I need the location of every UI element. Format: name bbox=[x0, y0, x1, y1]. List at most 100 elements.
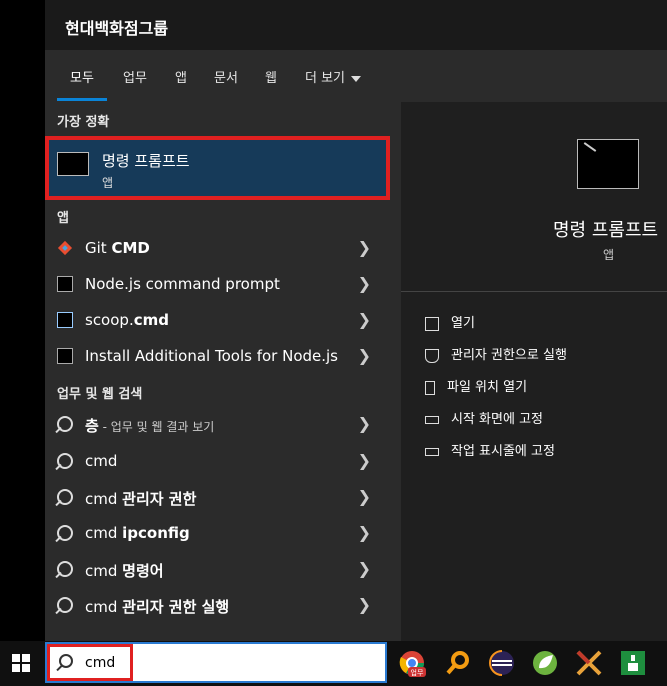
taskbar: cmd 업무 bbox=[0, 641, 667, 686]
search-icon bbox=[57, 525, 73, 541]
preview-pane: 명령 프롬프트 앱 열기 관리자 권한으로 실행 파일 위치 열기 시작 화면에… bbox=[401, 114, 667, 641]
list-item[interactable]: Install Additional Tools for Node.js ❯ bbox=[45, 339, 385, 373]
search-term: 층 bbox=[85, 417, 99, 435]
search-term-prefix: cmd bbox=[85, 562, 123, 580]
terminal-icon bbox=[57, 152, 89, 176]
app-name-match: cmd bbox=[133, 311, 169, 329]
list-item[interactable]: cmd ❯ bbox=[45, 444, 385, 478]
preview-title: 명령 프롬프트 bbox=[553, 220, 659, 241]
app-name: Install Additional Tools for Node.js bbox=[85, 347, 339, 365]
best-match-kind: 앱 bbox=[102, 176, 114, 190]
eclipse-icon[interactable] bbox=[487, 648, 517, 678]
action-open[interactable]: 열기 bbox=[425, 312, 475, 331]
search-icon bbox=[57, 597, 73, 613]
active-tab-indicator bbox=[57, 98, 107, 101]
search-term-suggestion: ipconfig bbox=[122, 524, 190, 542]
spring-icon[interactable] bbox=[530, 648, 560, 678]
tab-documents[interactable]: 문서 bbox=[214, 67, 238, 86]
action-label: 관리자 권한으로 실행 bbox=[451, 348, 567, 363]
tab-work[interactable]: 업무 bbox=[123, 67, 147, 86]
action-label: 시작 화면에 고정 bbox=[451, 412, 543, 427]
search-icon bbox=[57, 561, 73, 577]
search-hint: - 업무 및 웹 결과 보기 bbox=[98, 420, 215, 434]
chevron-right-icon[interactable]: ❯ bbox=[358, 595, 371, 614]
search-term-prefix: cmd bbox=[85, 524, 123, 542]
chrome-badge-label: 업무 bbox=[411, 669, 424, 677]
app-name: Node.js command prompt bbox=[85, 275, 280, 293]
green-app-icon[interactable] bbox=[618, 648, 648, 678]
pin-icon bbox=[425, 415, 439, 424]
list-item[interactable]: cmd 관리자 권한 실행 ❯ bbox=[45, 588, 385, 622]
app-name-match: CMD bbox=[111, 239, 150, 257]
open-icon bbox=[425, 316, 439, 331]
org-title: 현대백화점그룹 bbox=[65, 19, 169, 38]
action-pin-to-taskbar[interactable]: 작업 표시줄에 고정 bbox=[425, 440, 555, 459]
search-term-suggestion: 관리자 권한 bbox=[122, 490, 197, 508]
search-icon bbox=[59, 654, 73, 668]
chevron-right-icon[interactable]: ❯ bbox=[358, 487, 371, 506]
best-match-name: 명령 프롬프트 bbox=[102, 152, 190, 170]
chevron-right-icon[interactable]: ❯ bbox=[358, 414, 371, 433]
list-item[interactable]: cmd ipconfig ❯ bbox=[45, 516, 385, 550]
tab-apps[interactable]: 앱 bbox=[175, 67, 187, 86]
chevron-right-icon[interactable]: ❯ bbox=[358, 310, 371, 329]
chevron-right-icon[interactable]: ❯ bbox=[358, 559, 371, 578]
list-item[interactable]: scoop.cmd ❯ bbox=[45, 303, 385, 337]
action-label: 열기 bbox=[451, 316, 475, 331]
list-item[interactable]: Git CMD ❯ bbox=[45, 231, 385, 265]
search-input[interactable]: cmd bbox=[85, 655, 115, 671]
start-search-panel: 현대백화점그룹 모두 업무 앱 문서 웹 더 보기 가장 정확 명령 프롬프트 … bbox=[45, 0, 667, 641]
action-run-as-admin[interactable]: 관리자 권한으로 실행 bbox=[425, 344, 567, 363]
chevron-right-icon[interactable]: ❯ bbox=[358, 346, 371, 365]
apps-heading: 앱 bbox=[57, 211, 69, 226]
list-item[interactable]: cmd 관리자 권한 ❯ bbox=[45, 480, 385, 514]
git-icon bbox=[57, 240, 73, 256]
panel-header: 현대백화점그룹 bbox=[45, 0, 667, 50]
action-pin-to-start[interactable]: 시작 화면에 고정 bbox=[425, 408, 543, 427]
taskbar-search-box[interactable]: cmd bbox=[45, 642, 387, 683]
best-match-item[interactable]: 명령 프롬프트 앱 bbox=[45, 136, 390, 200]
search-term-prefix: cmd bbox=[85, 490, 123, 508]
terminal-icon bbox=[57, 348, 73, 364]
action-label: 파일 위치 열기 bbox=[447, 380, 528, 395]
file-location-icon bbox=[425, 380, 435, 395]
tab-web[interactable]: 웹 bbox=[265, 67, 277, 86]
app-name-prefix: Git bbox=[85, 239, 112, 257]
search-tool-icon[interactable] bbox=[443, 648, 473, 678]
list-item[interactable]: cmd 명령어 ❯ bbox=[45, 552, 385, 586]
best-match-heading: 가장 정확 bbox=[57, 115, 110, 130]
chevron-down-icon bbox=[351, 75, 362, 82]
terminal-large-icon bbox=[577, 139, 639, 189]
search-icon bbox=[57, 453, 73, 469]
search-term-suggestion: 명령어 bbox=[122, 562, 164, 580]
tab-more-label: 더 보기 bbox=[305, 71, 346, 86]
filter-tabs: 모두 업무 앱 문서 웹 더 보기 bbox=[45, 50, 667, 102]
windows-start-icon[interactable] bbox=[12, 654, 30, 672]
list-item[interactable]: 층 - 업무 및 웹 결과 보기 ❯ bbox=[45, 407, 385, 441]
tool-icon[interactable] bbox=[574, 648, 604, 678]
tab-all[interactable]: 모두 bbox=[70, 67, 94, 86]
action-open-file-location[interactable]: 파일 위치 열기 bbox=[425, 376, 527, 395]
tab-more[interactable]: 더 보기 bbox=[305, 67, 362, 86]
divider bbox=[401, 291, 667, 292]
chrome-icon[interactable]: 업무 bbox=[397, 648, 427, 678]
shield-icon bbox=[425, 348, 439, 363]
preview-subtitle: 앱 bbox=[603, 248, 615, 262]
list-item[interactable]: Node.js command prompt ❯ bbox=[45, 267, 385, 301]
chevron-right-icon[interactable]: ❯ bbox=[358, 451, 371, 470]
chevron-right-icon[interactable]: ❯ bbox=[358, 274, 371, 293]
left-black-strip bbox=[0, 0, 45, 641]
search-term-prefix: cmd bbox=[85, 598, 123, 616]
results-list: 가장 정확 명령 프롬프트 앱 앱 Git CMD ❯ Node.js comm… bbox=[45, 102, 401, 641]
script-icon bbox=[57, 312, 73, 328]
search-icon bbox=[57, 416, 73, 432]
chevron-right-icon[interactable]: ❯ bbox=[358, 523, 371, 542]
pin-icon bbox=[425, 447, 439, 456]
search-term-suggestion: 관리자 권한 실행 bbox=[122, 598, 230, 616]
action-label: 작업 표시줄에 고정 bbox=[451, 444, 555, 459]
search-icon bbox=[57, 489, 73, 505]
chevron-right-icon[interactable]: ❯ bbox=[358, 238, 371, 257]
app-name-prefix: scoop. bbox=[85, 311, 134, 329]
web-search-heading: 업무 및 웹 검색 bbox=[57, 387, 143, 402]
search-term: cmd bbox=[85, 452, 118, 470]
